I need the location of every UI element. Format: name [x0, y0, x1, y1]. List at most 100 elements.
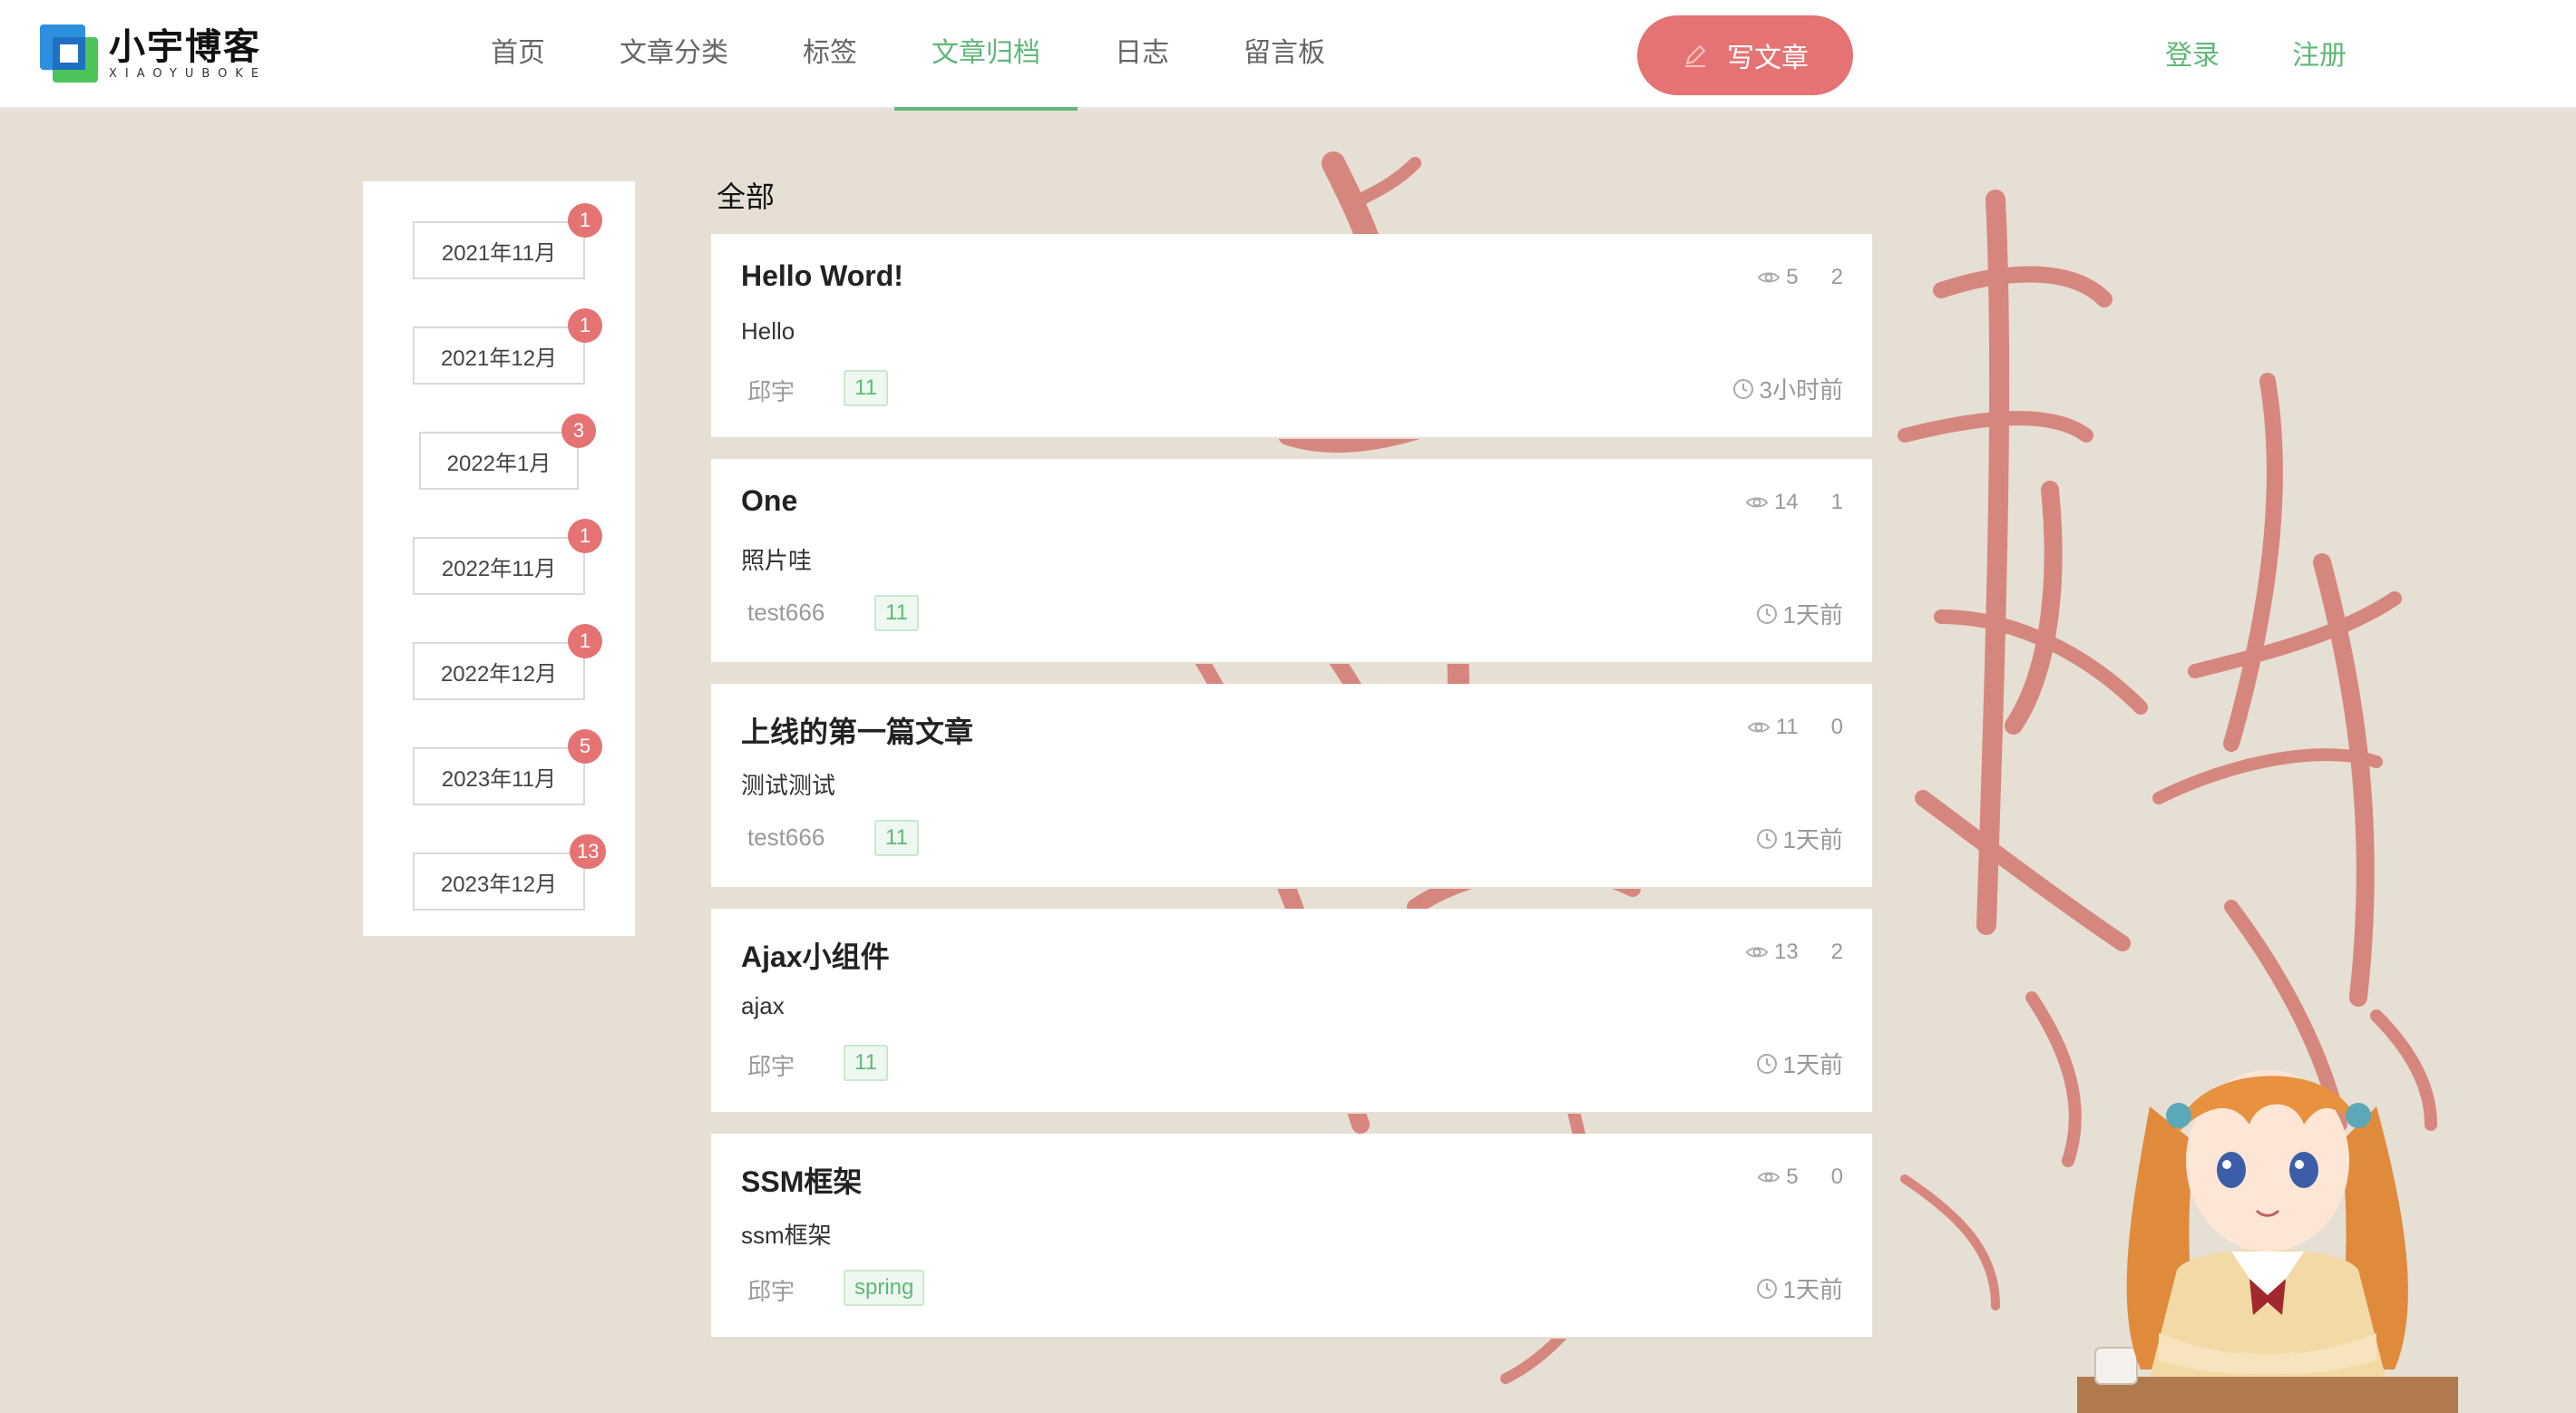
pen-icon: [1682, 42, 1709, 69]
archive-month-button[interactable]: 2022年1月: [419, 432, 579, 490]
clock-icon: [1756, 828, 1777, 849]
write-article-button[interactable]: 写文章: [1637, 15, 1853, 95]
comment-count: 2: [1830, 265, 1843, 289]
archive-month-label: 2023年11月: [441, 766, 557, 792]
comment-count: 2: [1830, 940, 1843, 964]
archive-month-button[interactable]: 2021年12月: [413, 326, 585, 385]
article-tag[interactable]: 11: [844, 370, 888, 406]
nav-tags[interactable]: 标签: [766, 0, 894, 109]
view-count: 5: [1786, 1165, 1799, 1189]
archive-month-label: 2021年11月: [441, 240, 557, 266]
article-author[interactable]: 邱宇: [747, 1048, 795, 1082]
article-time-label: 1天前: [1782, 1051, 1843, 1078]
clock-icon: [1732, 378, 1753, 399]
clock-icon: [1756, 1278, 1777, 1299]
article-tag[interactable]: 11: [874, 820, 919, 856]
article-time: 3小时前: [1732, 372, 1843, 405]
article-author[interactable]: 邱宇: [747, 374, 795, 407]
comment-count: 1: [1830, 490, 1843, 514]
archive-count-badge: 3: [561, 414, 596, 448]
article-time: 1天前: [1756, 822, 1843, 855]
article-card[interactable]: One 14 1 照片哇 test666 11 1天前: [711, 459, 1872, 664]
article-card[interactable]: Ajax小组件 13 2 ajax 邱宇 11 1天前: [711, 909, 1872, 1114]
logo-subtitle: XIAOYUBOKE: [109, 66, 268, 81]
archive-count-badge: 1: [568, 624, 602, 658]
clock-icon: [1756, 603, 1777, 624]
view-count: 13: [1773, 940, 1799, 964]
article-summary: ajax: [741, 992, 785, 1019]
article-time: 1天前: [1756, 1047, 1843, 1080]
article-title[interactable]: SSM框架: [741, 1159, 862, 1201]
article-card[interactable]: SSM框架 5 0 ssm框架 邱宇 spring 1天前: [711, 1134, 1872, 1339]
logo-title: 小宇博客: [109, 24, 261, 68]
article-stats: 11 0: [1747, 715, 1843, 740]
article-tag[interactable]: 11: [844, 1045, 888, 1081]
article-stats: 13 2: [1745, 940, 1843, 965]
article-tag[interactable]: 11: [874, 595, 919, 631]
comment-count: 0: [1830, 1165, 1843, 1189]
article-summary: ssm框架: [741, 1222, 832, 1249]
nav-categories[interactable]: 文章分类: [582, 0, 766, 109]
nav-journal[interactable]: 日志: [1078, 0, 1206, 109]
nav-archive[interactable]: 文章归档: [894, 0, 1078, 111]
top-header: 小宇博客 XIAOYUBOKE 首页 文章分类 标签 文章归档 日志 留言板 写…: [0, 0, 2576, 111]
archive-count-badge: 1: [568, 519, 602, 553]
article-time-label: 3小时前: [1759, 376, 1843, 404]
comment-count: 0: [1830, 715, 1843, 739]
article-time: 1天前: [1756, 597, 1843, 630]
write-article-label: 写文章: [1727, 44, 1809, 73]
archive-month-button[interactable]: 2022年12月: [413, 642, 585, 700]
article-title[interactable]: Ajax小组件: [741, 934, 890, 976]
article-title[interactable]: One: [741, 484, 797, 518]
archive-month-label: 2022年11月: [441, 556, 557, 581]
archive-month-label: 2021年12月: [440, 346, 558, 371]
nav-guestbook[interactable]: 留言板: [1206, 0, 1362, 109]
archive-sidebar: 2021年11月 1 2021年12月 1 2022年1月 3 2022年11月…: [363, 181, 635, 936]
article-stats: 14 1: [1745, 490, 1843, 515]
main-nav: 首页 文章分类 标签 文章归档 日志 留言板: [454, 0, 1362, 111]
article-summary: 照片哇: [741, 547, 813, 574]
view-count: 5: [1786, 265, 1799, 289]
archive-month-button[interactable]: 2022年11月: [413, 537, 585, 595]
eye-icon: [1758, 1172, 1781, 1183]
view-count: 11: [1775, 715, 1799, 739]
nav-home[interactable]: 首页: [454, 0, 582, 109]
archive-count-badge: 1: [568, 308, 602, 343]
archive-month-button[interactable]: 2023年12月: [413, 853, 585, 911]
article-stats: 5 2: [1757, 265, 1843, 290]
archive-month-button[interactable]: 2021年11月: [413, 221, 585, 279]
article-stats: 5 0: [1757, 1165, 1843, 1190]
section-title: 全部: [717, 180, 776, 213]
eye-icon: [1745, 947, 1769, 958]
article-time-label: 1天前: [1782, 601, 1843, 629]
archive-month-label: 2023年12月: [440, 872, 558, 897]
article-card[interactable]: 上线的第一篇文章 11 0 测试测试 test666 11 1天前: [711, 684, 1872, 889]
article-tag[interactable]: spring: [844, 1270, 925, 1306]
archive-count-badge: 5: [568, 729, 602, 764]
eye-icon: [1745, 497, 1769, 508]
archive-month-button[interactable]: 2023年11月: [413, 747, 585, 805]
article-time-label: 1天前: [1782, 826, 1843, 853]
article-card[interactable]: Hello Word! 5 2 Hello 邱宇 11 3小时前: [711, 234, 1872, 439]
article-summary: 测试测试: [741, 772, 836, 799]
eye-icon: [1747, 722, 1770, 733]
archive-count-badge: 1: [568, 203, 602, 238]
article-time-label: 1天前: [1782, 1276, 1843, 1303]
archive-month-label: 2022年1月: [446, 451, 551, 476]
site-logo[interactable]: 小宇博客 XIAOYUBOKE: [38, 22, 267, 85]
logo-icon: [40, 24, 98, 83]
view-count: 14: [1773, 490, 1799, 514]
article-time: 1天前: [1756, 1272, 1843, 1305]
article-author[interactable]: test666: [747, 823, 825, 852]
clock-icon: [1756, 1053, 1777, 1074]
article-title[interactable]: 上线的第一篇文章: [741, 709, 973, 751]
article-title[interactable]: Hello Word!: [741, 259, 903, 293]
archive-count-badge: 13: [570, 834, 607, 869]
login-link[interactable]: 登录: [2165, 0, 2220, 109]
article-summary: Hello: [741, 317, 795, 345]
register-link[interactable]: 注册: [2292, 0, 2347, 109]
article-author[interactable]: 邱宇: [747, 1273, 795, 1307]
article-author[interactable]: test666: [747, 599, 825, 627]
mascot-illustration: [2077, 1070, 2458, 1413]
eye-icon: [1758, 272, 1781, 283]
